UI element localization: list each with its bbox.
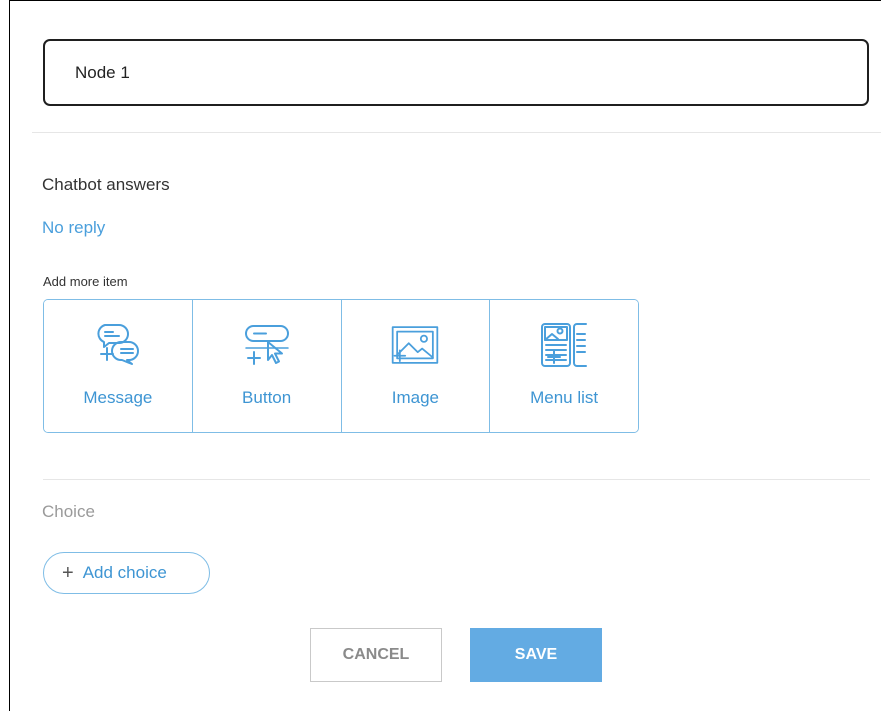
divider — [43, 479, 870, 480]
node-name-input[interactable] — [43, 39, 869, 106]
menu-list-add-icon — [539, 319, 589, 371]
divider — [32, 132, 881, 133]
add-image-label: Image — [391, 388, 439, 407]
add-item-toolbar: Message Button Image Menu list — [43, 299, 639, 433]
add-button-button[interactable]: Button — [192, 300, 342, 432]
add-menu-list-label: Menu list — [530, 388, 599, 407]
add-choice-button[interactable]: + Add choice — [43, 552, 210, 594]
save-button[interactable]: SAVE — [470, 628, 602, 682]
add-image-button[interactable]: Image — [341, 300, 491, 432]
frame-border-left — [9, 0, 10, 711]
add-choice-label: Add choice — [82, 563, 167, 582]
add-message-label: Message — [83, 388, 153, 407]
button-add-icon — [242, 319, 292, 371]
choice-title: Choice — [42, 502, 95, 521]
add-more-item-label: Add more item — [43, 274, 128, 289]
add-button-label: Button — [242, 388, 292, 407]
plus-icon: + — [62, 562, 74, 584]
message-add-icon — [93, 319, 143, 371]
no-reply-link[interactable]: No reply — [42, 218, 105, 238]
cancel-button[interactable]: CANCEL — [310, 628, 442, 682]
frame-border-top — [9, 0, 881, 1]
add-menu-list-button[interactable]: Menu list — [490, 300, 638, 432]
image-add-icon — [390, 319, 440, 371]
add-message-button[interactable]: Message — [44, 300, 193, 432]
chatbot-answers-title: Chatbot answers — [42, 175, 170, 194]
